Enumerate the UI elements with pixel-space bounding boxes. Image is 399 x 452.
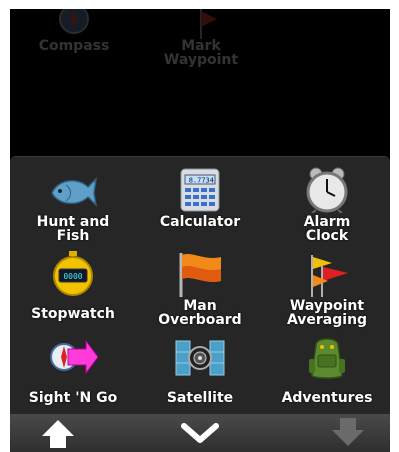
- bottom-nav-bar: [10, 414, 390, 452]
- page-down-button[interactable]: [318, 414, 378, 452]
- app-drawer: Hunt and Fish 8.7734 Calculator Alarm Cl…: [10, 156, 390, 415]
- chevron-down-icon: [181, 423, 219, 443]
- fish-icon: [48, 167, 98, 213]
- waypoint-flags-icon: [302, 251, 352, 297]
- app-label: Man Overboard: [158, 298, 242, 328]
- background-app-label: Compass: [38, 38, 110, 54]
- device-screen: Compass Mark Waypoint Hunt and Fish 8.77…: [10, 9, 390, 452]
- app-label: Stopwatch: [31, 306, 115, 322]
- app-hunt-and-fish[interactable]: Hunt and Fish: [10, 161, 136, 243]
- alarm-clock-icon: [302, 167, 352, 214]
- app-label: Adventures: [281, 390, 373, 406]
- orange-flag-icon: [175, 251, 225, 297]
- app-label: Satellite: [166, 390, 234, 406]
- background-app-label: Mark Waypoint: [163, 38, 239, 68]
- calculator-display: 8.7734: [189, 177, 214, 185]
- app-label: Hunt and Fish: [36, 214, 110, 244]
- collapse-drawer-button[interactable]: [170, 414, 230, 452]
- compass-arrow-icon: [48, 335, 99, 381]
- stopwatch-icon: 0000: [48, 251, 98, 297]
- app-label: Waypoint Averaging: [286, 298, 368, 328]
- app-calculator[interactable]: 8.7734 Calculator: [137, 161, 263, 243]
- app-alarm-clock[interactable]: Alarm Clock: [264, 161, 390, 243]
- arrow-down-icon: [332, 418, 364, 446]
- background-app-compass: Compass: [14, 9, 134, 79]
- flag-icon: [179, 9, 223, 39]
- app-sight-n-go[interactable]: Sight 'N Go: [10, 329, 136, 411]
- satellite-icon: [175, 335, 225, 381]
- app-adventures[interactable]: Adventures: [264, 329, 390, 411]
- backpack-icon: [302, 335, 352, 381]
- app-label: Calculator: [159, 214, 241, 230]
- compass-icon: [52, 9, 96, 39]
- page-up-button[interactable]: [28, 414, 88, 452]
- app-label: Alarm Clock: [303, 214, 351, 244]
- app-man-overboard[interactable]: Man Overboard: [137, 245, 263, 327]
- calculator-icon: 8.7734: [175, 167, 225, 213]
- app-satellite[interactable]: Satellite: [137, 329, 263, 411]
- app-stopwatch[interactable]: 0000 Stopwatch: [10, 245, 136, 327]
- background-app-mark-waypoint: Mark Waypoint: [141, 9, 261, 79]
- app-label: Sight 'N Go: [28, 390, 118, 406]
- app-waypoint-averaging[interactable]: Waypoint Averaging: [264, 245, 390, 327]
- arrow-up-icon: [42, 420, 74, 448]
- stopwatch-display: 0000: [63, 272, 82, 281]
